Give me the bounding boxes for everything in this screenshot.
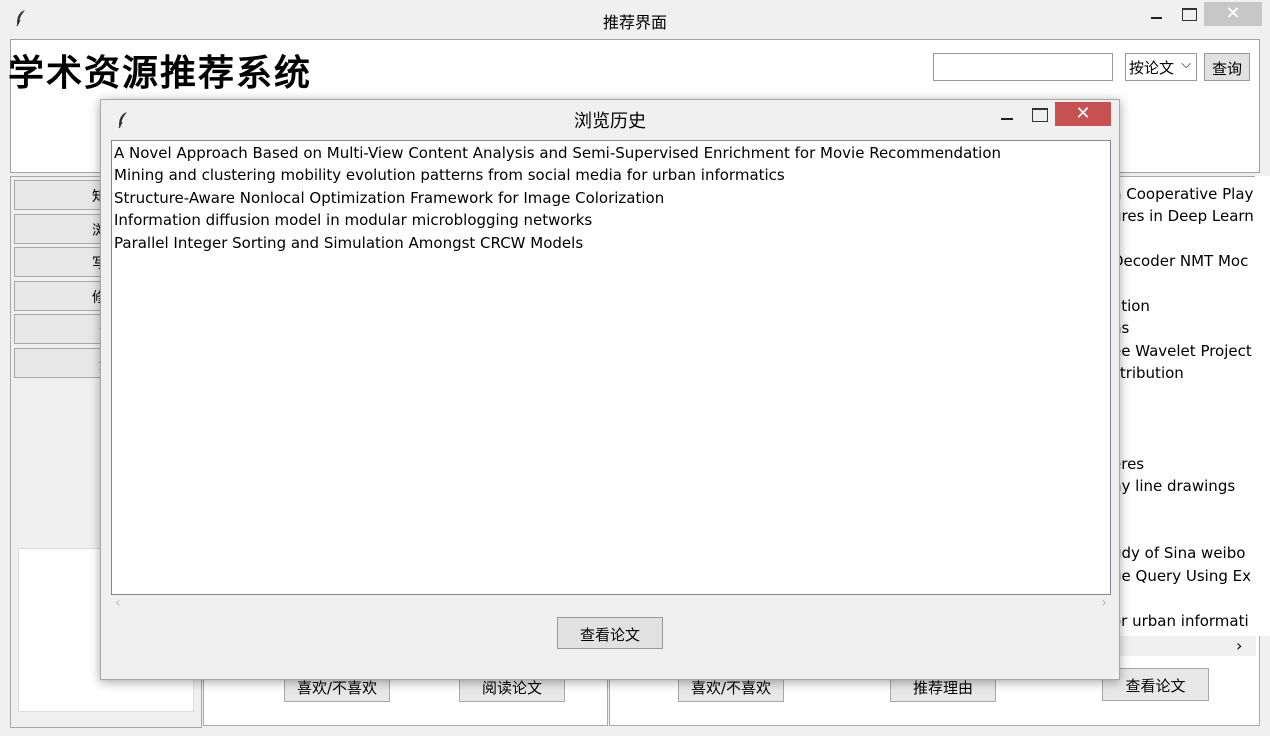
window-title: 推荐界面: [602, 13, 667, 32]
list-item[interactable]: ge Query Using Ex: [1112, 567, 1251, 585]
history-item[interactable]: Mining and clustering mobility evolution…: [114, 166, 785, 184]
close-icon: ✕: [1075, 103, 1091, 124]
main-titlebar: 推荐界面 ✕: [0, 0, 1270, 38]
history-item[interactable]: Parallel Integer Sorting and Simulation …: [114, 234, 583, 252]
right-edge-mask: [1255, 176, 1270, 636]
list-item[interactable]: or urban informati: [1112, 612, 1249, 630]
search-input[interactable]: [933, 53, 1113, 81]
close-icon: ✕: [1225, 3, 1241, 24]
dialog-title: 浏览历史: [574, 111, 646, 132]
list-item[interactable]: stribution: [1112, 364, 1184, 382]
app-title: 学术资源推荐系统: [8, 53, 313, 94]
query-button[interactable]: 查询: [1204, 53, 1250, 81]
list-item[interactable]: Decoder NMT Moc: [1112, 252, 1248, 270]
minimize-button[interactable]: [1140, 2, 1174, 26]
dialog-maximize-button[interactable]: [1025, 104, 1055, 128]
recommendation-hscrollbar[interactable]: [1108, 636, 1256, 656]
history-item[interactable]: Information diffusion model in modular m…: [114, 211, 592, 229]
chevron-left-icon[interactable]: ‹: [115, 595, 121, 611]
list-item[interactable]: ures in Deep Learn: [1112, 207, 1254, 225]
list-item[interactable]: udy of Sina weibo: [1112, 544, 1245, 562]
history-item[interactable]: Structure-Aware Nonlocal Optimization Fr…: [114, 189, 664, 207]
history-hscrollbar[interactable]: ‹ ›: [111, 595, 1111, 613]
maximize-button[interactable]: [1174, 2, 1204, 26]
search-mode-value: 按论文: [1129, 59, 1175, 77]
dialog-minimize-button[interactable]: [993, 104, 1023, 128]
search-mode-select[interactable]: 按论文 ⌵: [1125, 53, 1197, 81]
chevron-down-icon: ⌵: [1181, 57, 1191, 72]
list-item[interactable]: ee Wavelet Project: [1112, 342, 1252, 360]
history-listbox[interactable]: A Novel Approach Based on Multi-View Con…: [111, 140, 1111, 595]
history-item[interactable]: A Novel Approach Based on Multi-View Con…: [114, 144, 1001, 162]
chevron-right-icon[interactable]: ›: [1236, 636, 1256, 655]
dialog-view-paper-button[interactable]: 查看论文: [557, 617, 663, 649]
dialog-close-button[interactable]: ✕: [1055, 102, 1111, 126]
list-item[interactable]: n Cooperative Play: [1112, 185, 1253, 203]
history-dialog: 浏览历史 ✕ A Novel Approach Based on Multi-V…: [100, 99, 1120, 680]
list-item[interactable]: hy line drawings: [1112, 477, 1235, 495]
close-button[interactable]: ✕: [1204, 2, 1262, 26]
chevron-right-icon[interactable]: ›: [1101, 595, 1107, 611]
